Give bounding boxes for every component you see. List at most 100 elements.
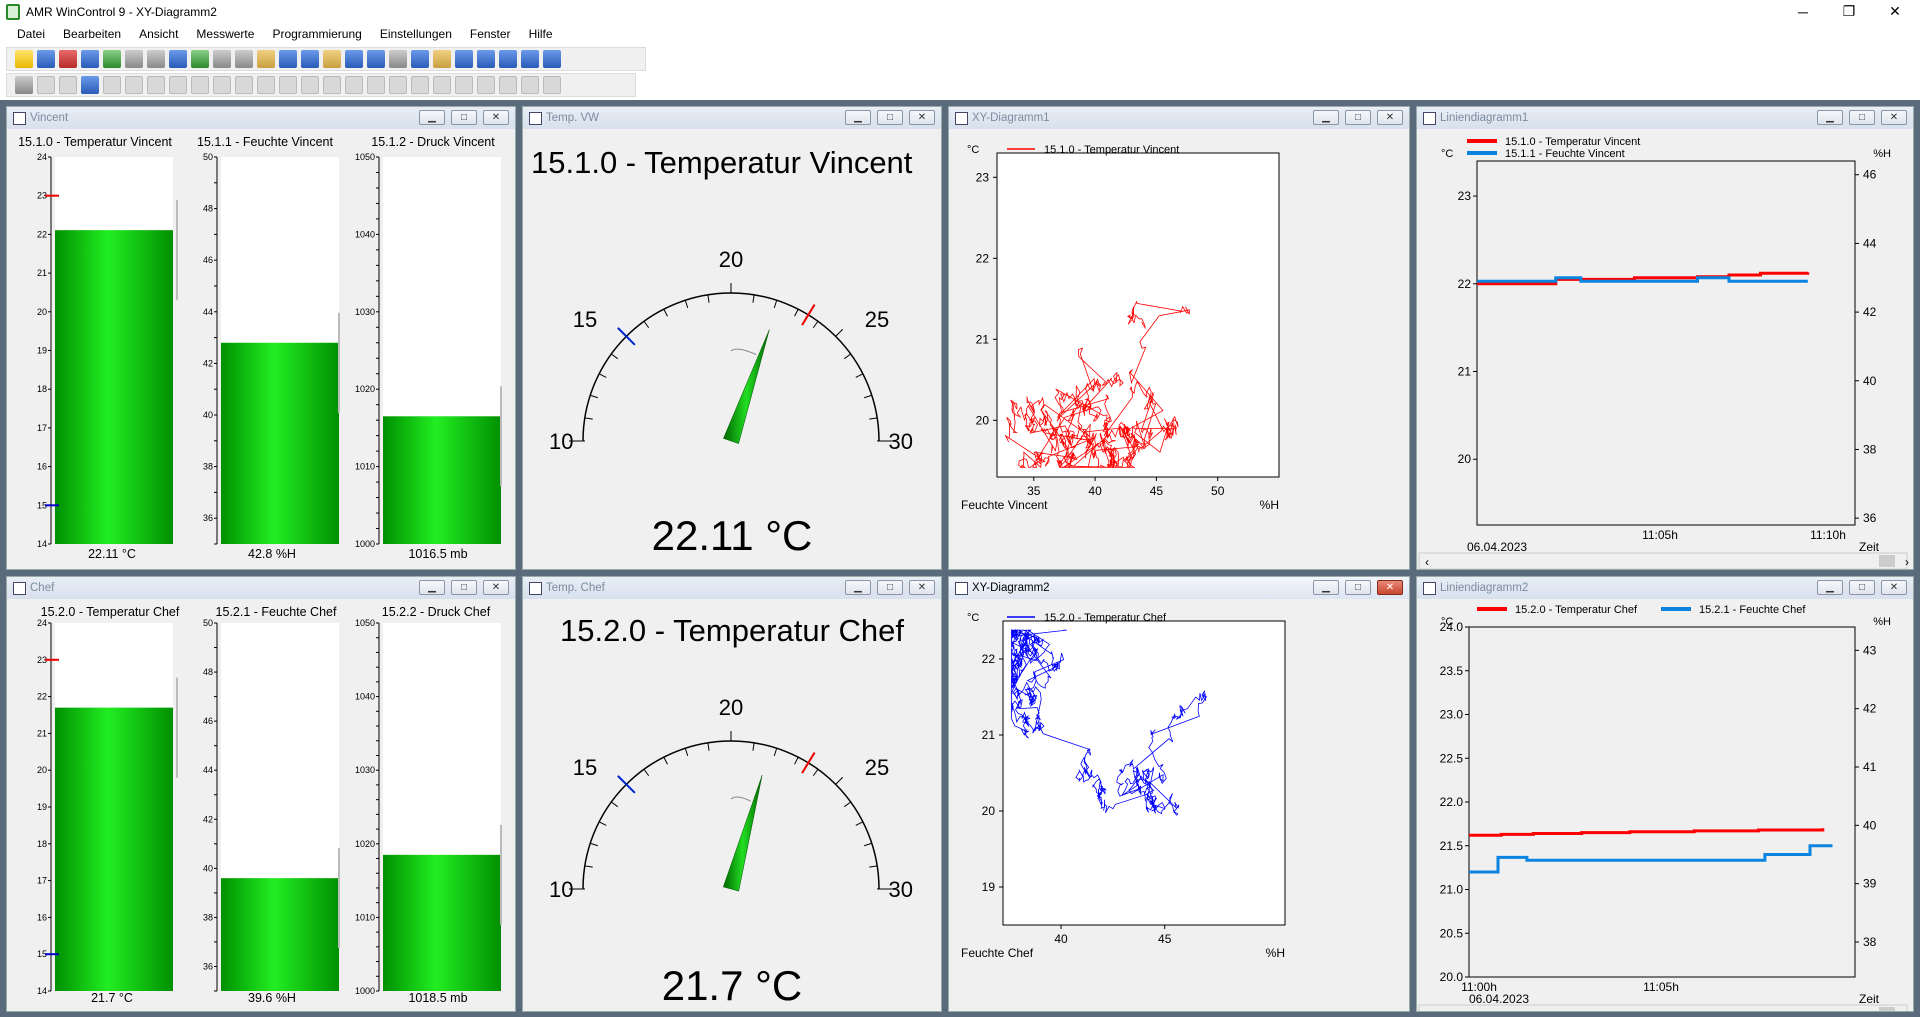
window-caption[interactable]: XY-Diagramm2 ▁ □ ✕ [949, 577, 1409, 599]
gauge-scale-label: 15 [573, 755, 597, 780]
grid-icon[interactable] [147, 50, 165, 68]
minimize-icon[interactable]: ▁ [419, 110, 445, 125]
maximize-icon[interactable]: □ [451, 110, 477, 125]
line-window-icon [1423, 111, 1436, 125]
menu-datei[interactable]: Datei [8, 27, 54, 41]
scroll-left-icon: ‹ [1425, 555, 1429, 569]
close-icon[interactable]: ✕ [483, 580, 509, 595]
menu-bearbeiten[interactable]: Bearbeiten [54, 27, 130, 41]
close-icon[interactable]: ✕ [1377, 580, 1403, 595]
menu-ansicht[interactable]: Ansicht [130, 27, 187, 41]
import-icon[interactable] [323, 50, 341, 68]
3d-chart-icon[interactable] [81, 50, 99, 68]
menu-messwerte[interactable]: Messwerte [187, 27, 263, 41]
start-icon[interactable] [15, 50, 33, 68]
horizontal-scrollbar [1418, 1004, 1908, 1011]
gauge-tick [598, 373, 607, 378]
minimize-icon[interactable]: ▁ [845, 580, 871, 595]
xy-chart: °C 15.2.0 - Temperatur Chef 22 21 20 19 40 45 Fe… [961, 612, 1286, 960]
maximize-icon[interactable]: □ [1849, 580, 1875, 595]
gauge-tick [663, 308, 668, 317]
print-icon[interactable] [235, 50, 253, 68]
network-icon[interactable] [477, 50, 495, 68]
close-icon[interactable]: ✕ [909, 110, 935, 125]
minimize-button[interactable]: ─ [1780, 0, 1826, 23]
y-tick-label: 22 [976, 251, 990, 265]
export-icon[interactable] [367, 50, 385, 68]
minimize-icon[interactable]: ▁ [845, 110, 871, 125]
send-back-icon [389, 76, 407, 94]
window-caption[interactable]: Temp. Chef ▁ □ ✕ [523, 577, 941, 599]
window-caption[interactable]: Liniendiagramm1 ▁ □ ✕ [1417, 107, 1913, 129]
x-tick-label: 35 [1027, 484, 1041, 498]
close-icon[interactable]: ✕ [1377, 110, 1403, 125]
menu-fenster[interactable]: Fenster [461, 27, 520, 41]
font-icon[interactable] [389, 50, 407, 68]
tools-icon[interactable] [543, 50, 561, 68]
window-caption[interactable]: Temp. VW ▁ □ ✕ [523, 107, 941, 129]
open-folder-icon[interactable] [257, 50, 275, 68]
y-tick-label-right: 42 [1863, 702, 1877, 716]
maximize-icon[interactable]: □ [877, 580, 903, 595]
y-tick-label-left: 24.0 [1440, 620, 1464, 634]
maximize-icon[interactable]: □ [1849, 110, 1875, 125]
gauge-tick [869, 417, 878, 420]
bar-tick-label: 1010 [355, 462, 375, 472]
align-left-icon [455, 76, 473, 94]
restore-button[interactable]: ❐ [1826, 0, 1872, 23]
pointer-icon[interactable] [15, 76, 33, 94]
window-caption[interactable]: Chef ▁ □ ✕ [7, 577, 515, 599]
close-button[interactable]: ✕ [1872, 0, 1918, 23]
bar-fill [383, 854, 501, 991]
gauge-tick [812, 768, 819, 777]
minimize-icon[interactable]: ▁ [1313, 110, 1339, 125]
main-toolbar [6, 47, 646, 71]
close-icon[interactable]: ✕ [909, 580, 935, 595]
bar-tick-label: 20 [37, 307, 47, 317]
save-icon[interactable] [279, 50, 297, 68]
maximize-icon[interactable]: □ [1345, 110, 1371, 125]
menu-programmierung[interactable]: Programmierung [263, 27, 370, 41]
minimize-icon[interactable]: ▁ [1313, 580, 1339, 595]
scale-icon[interactable] [213, 50, 231, 68]
bar-tick-label: 44 [203, 765, 213, 775]
window-caption[interactable]: Liniendiagramm2 ▁ □ ✕ [1417, 577, 1913, 599]
table-icon[interactable] [125, 50, 143, 68]
y-tick-label-left: 23 [1458, 189, 1472, 203]
device-icon[interactable] [411, 50, 429, 68]
gauge-title: 15.2.0 - Temperatur Chef [559, 613, 905, 648]
bar-tick-label: 50 [203, 618, 213, 628]
close-icon[interactable]: ✕ [1881, 580, 1907, 595]
line-chart-icon[interactable] [37, 50, 55, 68]
maximize-icon[interactable]: □ [451, 580, 477, 595]
minimize-icon[interactable]: ▁ [419, 580, 445, 595]
maximize-icon[interactable]: □ [1345, 580, 1371, 595]
x-tick-label: 40 [1054, 932, 1068, 946]
copy-icon[interactable] [345, 50, 363, 68]
window-caption[interactable]: XY-Diagramm1 ▁ □ ✕ [949, 107, 1409, 129]
settings-icon[interactable] [433, 50, 451, 68]
edit-icon[interactable] [81, 76, 99, 94]
save-as-icon[interactable] [301, 50, 319, 68]
bar-chart-icon[interactable] [59, 50, 77, 68]
frame-tool-icon [345, 76, 363, 94]
menu-hilfe[interactable]: Hilfe [520, 27, 562, 41]
sync-icon[interactable] [521, 50, 539, 68]
y-axis-unit-right: %H [1873, 616, 1891, 628]
x-tick-label: 45 [1150, 484, 1164, 498]
close-icon[interactable]: ✕ [1881, 110, 1907, 125]
sensor-icon[interactable] [499, 50, 517, 68]
chart-export-icon[interactable] [191, 50, 209, 68]
report-icon[interactable] [169, 50, 187, 68]
x-tick-label: 11:05h [1642, 528, 1678, 542]
close-icon[interactable]: ✕ [483, 110, 509, 125]
minimize-icon[interactable]: ▁ [1817, 580, 1843, 595]
window-caption[interactable]: Vincent ▁ □ ✕ [7, 107, 515, 129]
maximize-icon[interactable]: □ [877, 110, 903, 125]
menu-einstellungen[interactable]: Einstellungen [371, 27, 461, 41]
x-tick-label: 11:10h [1810, 528, 1846, 542]
y-tick-label-right: 46 [1863, 168, 1877, 182]
connect-icon[interactable] [455, 50, 473, 68]
minimize-icon[interactable]: ▁ [1817, 110, 1843, 125]
gauge-icon[interactable] [103, 50, 121, 68]
